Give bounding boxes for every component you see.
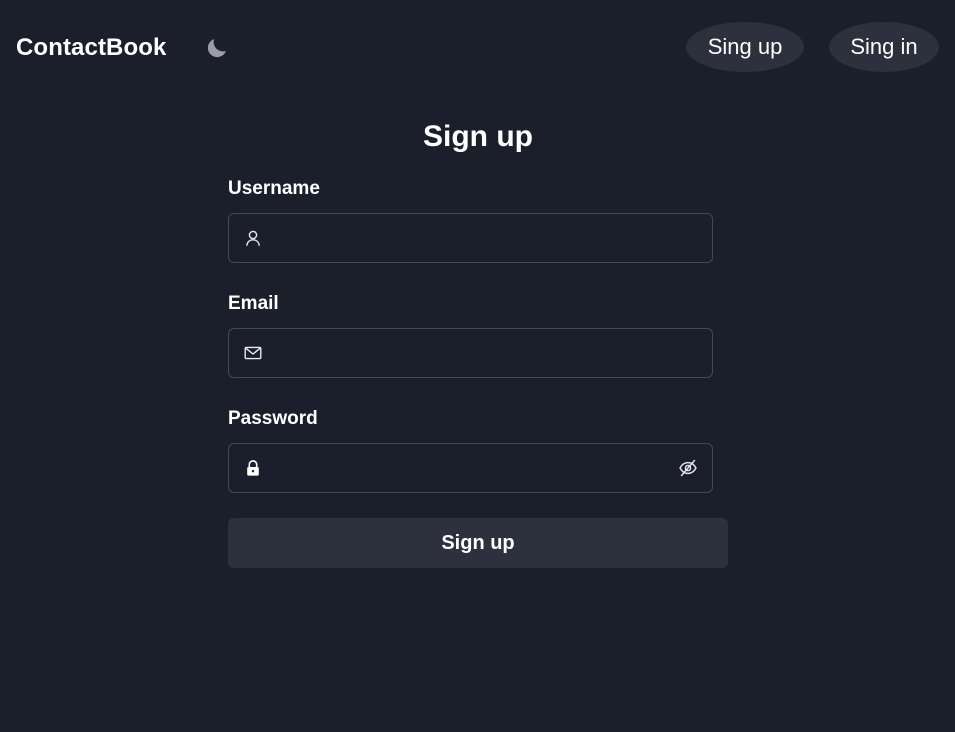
username-field[interactable]	[228, 213, 713, 263]
username-input[interactable]	[273, 214, 663, 262]
password-input[interactable]	[273, 444, 653, 492]
brand-logo-text[interactable]: ContactBook	[16, 33, 166, 63]
signup-submit-button[interactable]: Sign up	[228, 518, 728, 568]
eye-off-icon[interactable]	[678, 458, 698, 478]
user-icon	[246, 230, 260, 246]
top-nav: ContactBook Sing up Sing in	[0, 0, 955, 96]
password-field[interactable]	[228, 443, 713, 493]
email-input[interactable]	[273, 329, 663, 377]
nav-signup-button[interactable]: Sing up	[686, 22, 804, 72]
mail-icon	[244, 346, 262, 360]
username-label: Username	[228, 178, 320, 199]
lock-icon	[247, 460, 259, 476]
page: ContactBook Sing up Sing in Sign up User…	[0, 0, 955, 732]
nav-signin-button[interactable]: Sing in	[829, 22, 939, 72]
form-title: Sign up	[423, 120, 533, 153]
theme-toggle-button[interactable]	[204, 35, 230, 61]
email-label: Email	[228, 293, 279, 314]
moon-icon	[207, 39, 226, 58]
email-field[interactable]	[228, 328, 713, 378]
password-label: Password	[228, 408, 318, 429]
